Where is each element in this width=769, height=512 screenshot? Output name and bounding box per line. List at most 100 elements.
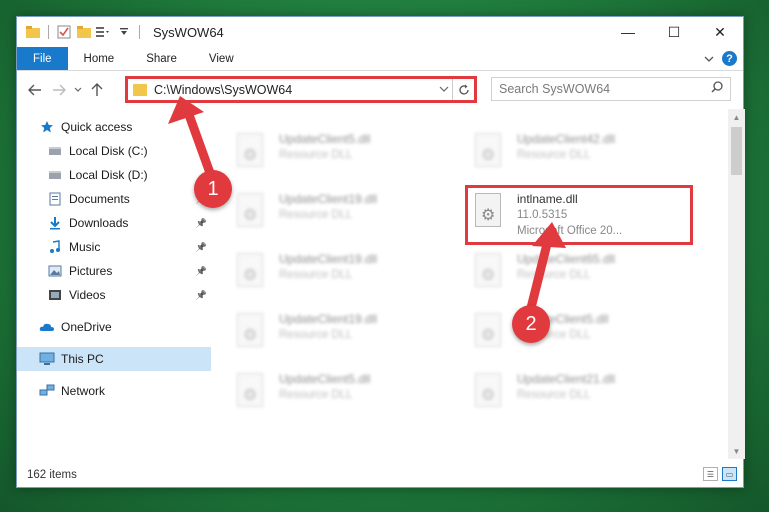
- file-item[interactable]: ⚙ UpdateClient19.dll Resource DLL: [235, 191, 465, 243]
- explorer-window: SysWOW64 — ☐ ✕ File Home Share View ? C:…: [16, 16, 745, 488]
- file-description: Resource DLL: [279, 149, 353, 161]
- properties-icon[interactable]: [56, 24, 72, 40]
- window-title: SysWOW64: [153, 24, 224, 40]
- navigation-pane: Quick access Local Disk (C:) Local Disk (D…: [17, 109, 211, 459]
- dll-file-icon: ⚙: [235, 191, 269, 231]
- file-text: UpdateClient65.dll Resource DLL: [517, 251, 615, 303]
- file-item[interactable]: ⚙ UpdateClient21.dll Resource DLL: [473, 371, 703, 423]
- customize-toolbar-icon[interactable]: [96, 24, 112, 40]
- file-description: Resource DLL: [279, 209, 353, 221]
- downloads-icon: [47, 215, 63, 231]
- file-highlight-box: [465, 185, 693, 245]
- scroll-thumb[interactable]: [731, 127, 742, 175]
- refresh-button[interactable]: [452, 79, 474, 100]
- tab-view[interactable]: View: [193, 47, 250, 70]
- folder-icon: [133, 83, 147, 96]
- new-folder-icon[interactable]: [76, 24, 92, 40]
- pin-icon: 📌: [195, 265, 207, 276]
- file-description: Resource DLL: [279, 329, 353, 341]
- maximize-button[interactable]: ☐: [651, 17, 697, 47]
- sidebar-item-documents[interactable]: Documents📌: [17, 187, 211, 211]
- tab-share[interactable]: Share: [130, 47, 193, 70]
- large-icons-view-icon[interactable]: ▭: [722, 467, 737, 481]
- sidebar-item-label: Quick access: [61, 120, 133, 134]
- pin-icon: 📌: [195, 241, 207, 252]
- file-name: UpdateClient19.dll: [279, 252, 378, 266]
- callout-badge: 2: [512, 305, 550, 343]
- pictures-icon: [47, 263, 63, 279]
- help-button[interactable]: ?: [722, 51, 737, 66]
- pin-icon: 📌: [195, 217, 207, 228]
- file-name: UpdateClient19.dll: [279, 312, 378, 326]
- sidebar-item-this-pc[interactable]: This PC: [17, 347, 211, 371]
- forward-button[interactable]: [47, 78, 71, 102]
- dll-file-icon: ⚙: [473, 371, 507, 411]
- dll-file-icon: ⚙: [235, 371, 269, 411]
- sidebar-item-quick-access[interactable]: Quick access: [17, 115, 211, 139]
- sidebar-item-label: Videos: [69, 288, 106, 302]
- file-text: UpdateClient19.dll Resource DLL: [279, 191, 377, 243]
- file-item[interactable]: ⚙ UpdateClient65.dll Resource DLL: [473, 251, 703, 303]
- details-view-icon[interactable]: ☰: [703, 467, 718, 481]
- dll-file-icon: ⚙: [473, 251, 507, 291]
- file-item[interactable]: ⚙ UpdateClient5.dll Resource DLL: [235, 371, 465, 423]
- address-path[interactable]: C:\Windows\SysWOW64: [154, 83, 436, 97]
- tab-file[interactable]: File: [17, 47, 68, 70]
- tab-home[interactable]: Home: [68, 47, 131, 70]
- recent-locations-button[interactable]: [71, 78, 85, 102]
- sidebar-item-network[interactable]: Network: [17, 379, 211, 403]
- sidebar-item-local-disk-c[interactable]: Local Disk (C:): [17, 139, 211, 163]
- sidebar-item-videos[interactable]: Videos 📌: [17, 283, 211, 307]
- drive-icon: [47, 167, 63, 183]
- file-text: UpdateClient5.dll Resource DLL: [279, 131, 370, 183]
- window-controls: — ☐ ✕: [605, 17, 743, 47]
- file-item[interactable]: ⚙ UpdateClient19.dll Resource DLL: [235, 251, 465, 303]
- address-bar[interactable]: C:\Windows\SysWOW64: [125, 76, 477, 103]
- file-text: UpdateClient42.dll Resource DLL: [517, 131, 615, 183]
- file-item[interactable]: ⚙ UpdateClient19.dll Resource DLL: [235, 311, 465, 363]
- sidebar-item-downloads[interactable]: Downloads 📌: [17, 211, 211, 235]
- address-row: C:\Windows\SysWOW64 Search SysWOW64: [17, 71, 743, 109]
- music-icon: [47, 239, 63, 255]
- folder-icon: [25, 24, 41, 40]
- vertical-scrollbar[interactable]: ▲ ▼: [728, 109, 745, 459]
- dll-file-icon: ⚙: [473, 311, 507, 351]
- search-icon: [711, 81, 723, 96]
- chevron-down-icon[interactable]: [436, 84, 452, 95]
- file-name: UpdateClient65.dll: [517, 252, 616, 266]
- refresh-icon: [458, 84, 469, 95]
- back-button[interactable]: [23, 78, 47, 102]
- search-input[interactable]: Search SysWOW64: [499, 82, 610, 96]
- view-switcher: ☰ ▭: [703, 467, 737, 481]
- file-description: Resource DLL: [517, 269, 591, 281]
- file-text: UpdateClient5.dll Resource DLL: [279, 371, 370, 423]
- expand-ribbon-icon[interactable]: [704, 52, 714, 66]
- dll-file-icon: ⚙: [235, 131, 269, 171]
- file-item[interactable]: ⚙ UpdateClient5.dll Resource DLL: [235, 131, 465, 183]
- search-box[interactable]: Search SysWOW64: [491, 77, 731, 101]
- file-name: UpdateClient19.dll: [279, 192, 378, 206]
- dropdown-arrow-icon[interactable]: [116, 24, 132, 40]
- sidebar-item-local-disk-d[interactable]: Local Disk (D:): [17, 163, 211, 187]
- scroll-up-icon[interactable]: ▲: [728, 109, 745, 125]
- close-button[interactable]: ✕: [697, 17, 743, 47]
- file-item[interactable]: ⚙ UpdateClient42.dll Resource DLL: [473, 131, 703, 183]
- dll-file-icon: ⚙: [473, 131, 507, 171]
- minimize-button[interactable]: —: [605, 17, 651, 47]
- scroll-down-icon[interactable]: ▼: [728, 443, 745, 459]
- title-bar: SysWOW64 — ☐ ✕: [17, 17, 743, 47]
- sidebar-item-music[interactable]: Music 📌: [17, 235, 211, 259]
- sidebar-item-onedrive[interactable]: OneDrive: [17, 315, 211, 339]
- up-button[interactable]: [85, 78, 109, 102]
- sidebar-item-label: OneDrive: [61, 320, 112, 334]
- onedrive-icon: [39, 319, 55, 335]
- toolbar-divider: [48, 25, 49, 39]
- documents-icon: [47, 191, 63, 207]
- file-description: Resource DLL: [279, 269, 353, 281]
- sidebar-item-pictures[interactable]: Pictures 📌: [17, 259, 211, 283]
- star-icon: [39, 119, 55, 135]
- file-name: UpdateClient42.dll: [517, 132, 616, 146]
- file-item[interactable]: ⚙ UpdateClient5.dll Resource DLL: [473, 311, 703, 363]
